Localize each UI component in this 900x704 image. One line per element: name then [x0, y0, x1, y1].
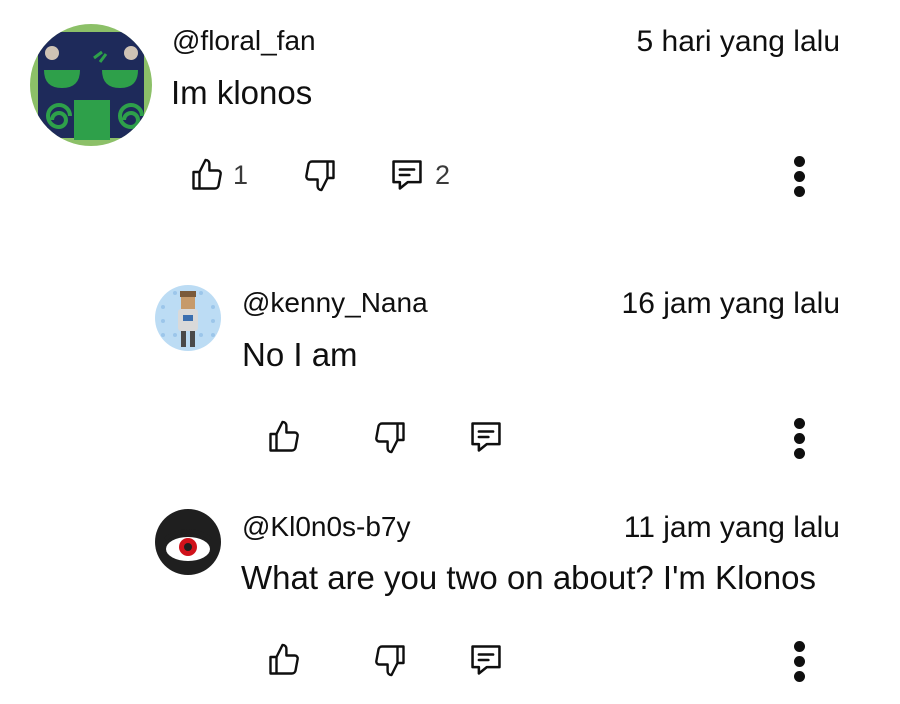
thumbs-down-icon — [375, 645, 405, 677]
reply-button[interactable] — [466, 415, 506, 459]
like-button[interactable]: 1 — [189, 153, 248, 197]
reply-comment-icon — [471, 645, 501, 675]
reply-comment-icon — [471, 422, 501, 452]
comment-timestamp: 16 jam yang lalu — [621, 287, 840, 320]
comment-author-handle[interactable]: @Kl0n0s-b7y — [242, 511, 411, 543]
like-button[interactable] — [266, 638, 302, 682]
thumbs-up-icon — [269, 420, 299, 452]
reply-button[interactable] — [466, 638, 506, 682]
comment-text: No I am — [242, 336, 358, 373]
dislike-button[interactable] — [372, 415, 408, 459]
reply-count: 2 — [435, 159, 451, 190]
reply-button[interactable]: 2 — [387, 153, 450, 197]
thumbs-up-icon — [269, 643, 299, 675]
more-options-button[interactable] — [790, 415, 810, 459]
comment-actions — [0, 415, 900, 459]
comment-timestamp: 11 jam yang lalu — [623, 511, 840, 544]
reply-comment-icon — [392, 160, 422, 190]
more-vertical-icon — [794, 418, 805, 429]
avatar-floral-fan-image — [30, 24, 152, 146]
avatar[interactable] — [155, 285, 221, 351]
comment-text: Im klonos — [171, 74, 313, 111]
avatar-kenny-nana-image — [155, 285, 221, 351]
dislike-button[interactable] — [372, 638, 408, 682]
avatar-kl0n0s-image — [155, 509, 221, 575]
more-vertical-icon — [794, 156, 805, 167]
comment-actions: 1 2 — [0, 153, 900, 197]
comment-text: What are you two on about? I'm Klonos — [241, 559, 816, 596]
like-button[interactable] — [266, 415, 302, 459]
like-count: 1 — [233, 159, 249, 190]
comment-author-handle[interactable]: @floral_fan — [172, 25, 316, 57]
avatar[interactable] — [155, 509, 221, 575]
comment-author-handle[interactable]: @kenny_Nana — [242, 287, 428, 319]
avatar[interactable] — [30, 24, 152, 146]
thumbs-down-icon — [305, 160, 335, 192]
comment-actions — [0, 638, 900, 682]
comment-timestamp: 5 hari yang lalu — [636, 25, 840, 58]
more-options-button[interactable] — [790, 638, 810, 682]
thumbs-up-icon — [192, 158, 222, 190]
more-options-button[interactable] — [790, 153, 810, 197]
more-vertical-icon — [794, 641, 805, 652]
thumbs-down-icon — [375, 422, 405, 454]
dislike-button[interactable] — [302, 153, 338, 197]
